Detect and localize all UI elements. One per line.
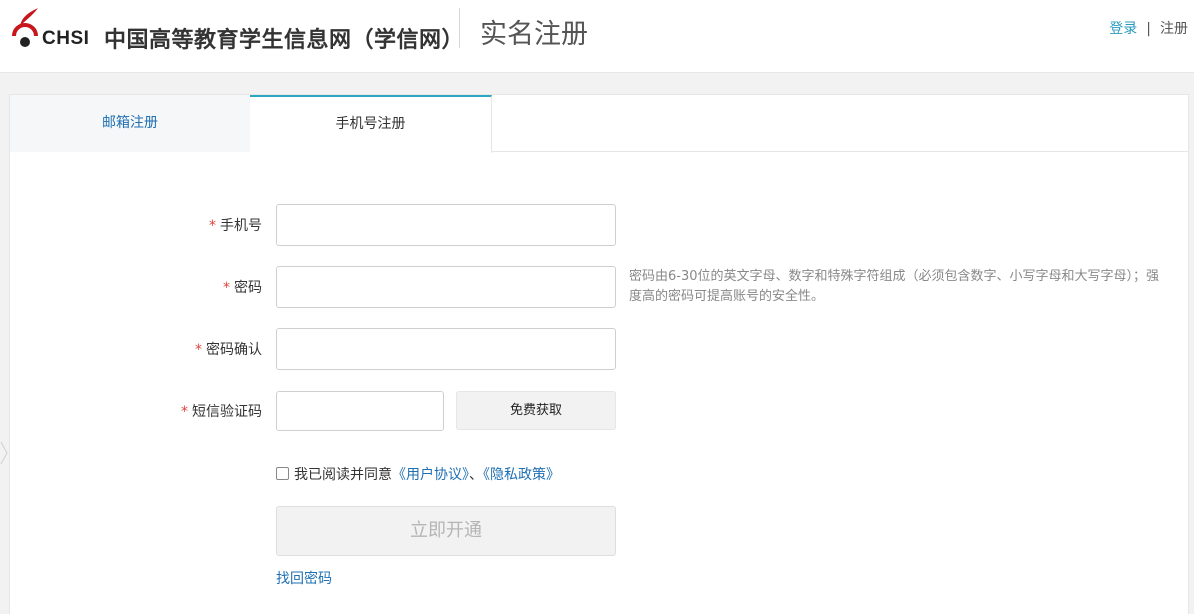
phone-label-text: 手机号 [220, 218, 262, 234]
required-mark: * [181, 404, 188, 420]
recover-password-link[interactable]: 找回密码 [276, 568, 332, 588]
phone-input[interactable] [276, 204, 616, 246]
get-sms-code-button[interactable]: 免费获取 [456, 391, 616, 430]
sms-code-label: * 短信验证码 [142, 401, 262, 421]
password-input[interactable] [276, 266, 616, 308]
header-divider [459, 8, 460, 48]
tab-mobile-register[interactable]: 手机号注册 [250, 95, 492, 153]
password-label: * 密码 [142, 277, 262, 297]
password-confirm-label-text: 密码确认 [206, 342, 262, 358]
agreement-separator: 、 [469, 467, 483, 483]
site-header: CHSI 中国高等教育学生信息网（学信网） 实名注册 登录 | 注册 [0, 0, 1194, 73]
required-mark: * [223, 280, 230, 296]
registration-tabs: 邮箱注册 手机号注册 [10, 95, 1188, 153]
site-name: 中国高等教育学生信息网（学信网） [104, 28, 465, 53]
password-confirm-label: * 密码确认 [142, 339, 262, 359]
user-agreement-link[interactable]: 《用户协议》 [392, 467, 469, 483]
agreement-text: 我已阅读并同意 [294, 467, 392, 483]
required-mark: * [209, 218, 216, 234]
login-link[interactable]: 登录 [1109, 21, 1137, 37]
chsi-logo-icon [12, 8, 38, 47]
activate-button[interactable]: 立即开通 [276, 506, 616, 556]
privacy-policy-link[interactable]: 《隐私政策》 [483, 467, 560, 483]
tab-email-register[interactable]: 邮箱注册 [10, 95, 251, 152]
top-links: 登录 | 注册 [1109, 18, 1188, 38]
password-hint: 密码由6-30位的英文字母、数字和特殊字符组成（必须包含数字、小写字母和大写字母… [629, 269, 1160, 304]
sms-code-label-text: 短信验证码 [192, 404, 262, 420]
password-label-text: 密码 [234, 280, 262, 296]
register-link[interactable]: 注册 [1160, 21, 1188, 37]
agreement-row: 我已阅读并同意《用户协议》、《隐私政策》 [276, 464, 560, 484]
required-mark: * [195, 342, 202, 358]
top-links-separator: | [1146, 21, 1151, 37]
password-confirm-input[interactable] [276, 328, 616, 370]
logo-text: CHSI [42, 28, 90, 49]
registration-card: 邮箱注册 手机号注册 * 手机号 * 密码 密码由6-30位的英文字母、数字和特殊字… [9, 94, 1189, 614]
agreement-checkbox[interactable] [276, 467, 289, 480]
page-title: 实名注册 [480, 19, 588, 50]
side-arrow-icon [0, 441, 8, 465]
sms-code-input[interactable] [276, 391, 444, 431]
phone-label: * 手机号 [142, 215, 262, 235]
